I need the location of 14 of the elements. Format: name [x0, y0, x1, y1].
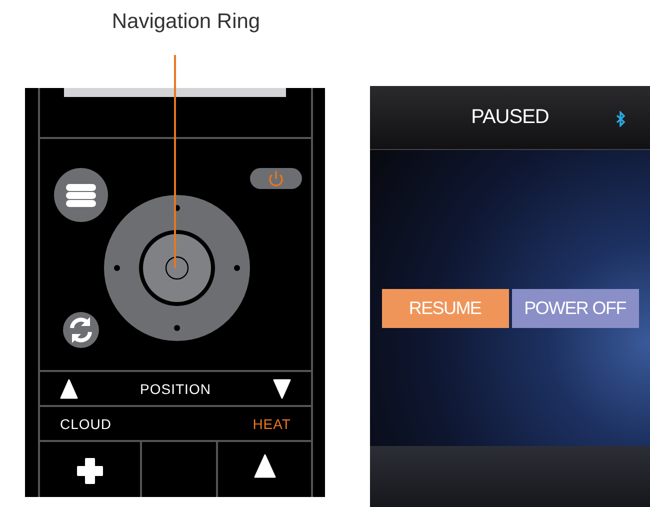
menu-icon[interactable] — [54, 168, 108, 222]
plus-icon[interactable] — [75, 456, 105, 486]
status-title: PAUSED — [471, 106, 549, 129]
up-arrow-icon[interactable] — [254, 454, 276, 478]
mode-button[interactable]: CLOUD — [60, 416, 112, 432]
navigation-ring[interactable] — [104, 195, 250, 341]
down-arrow-icon[interactable] — [273, 378, 291, 398]
refresh-icon[interactable] — [63, 312, 99, 348]
position-label: POSITION — [140, 380, 211, 396]
power-icon[interactable] — [250, 168, 302, 189]
up-arrow-icon[interactable] — [60, 378, 78, 398]
bluetooth-icon — [616, 111, 626, 127]
mode-button[interactable]: HEAT — [252, 416, 291, 432]
callout-label: Navigation Ring — [110, 9, 262, 35]
